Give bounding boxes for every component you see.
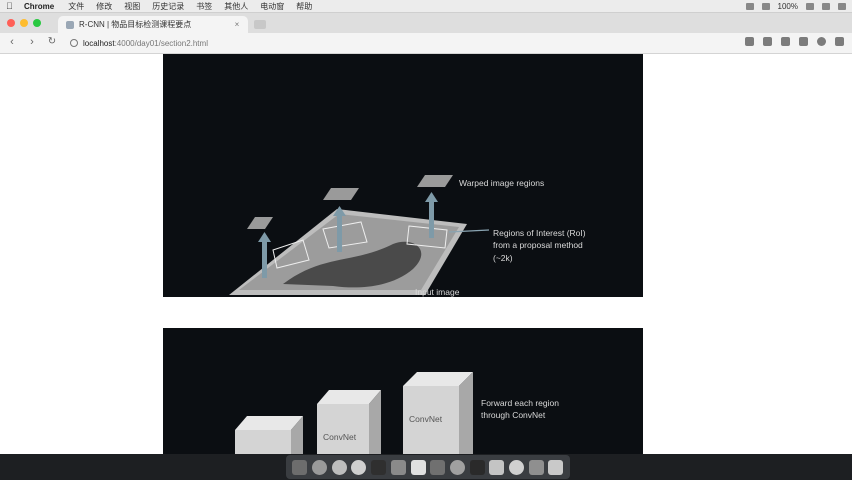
menu-item-file[interactable]: 文件 bbox=[68, 1, 84, 12]
window-controls bbox=[7, 19, 41, 27]
back-icon[interactable]: ‹ bbox=[6, 36, 18, 48]
roi-label-line2: from a proposal method bbox=[493, 240, 583, 250]
macos-menu-bar:  Chrome 文件 修改 视图 历史记录 书签 其他人 电动窗 帮助 100… bbox=[0, 0, 852, 13]
warped-label: Warped image regions bbox=[459, 178, 544, 188]
search-icon[interactable] bbox=[822, 2, 830, 10]
menu-app-name[interactable]: Chrome bbox=[24, 2, 54, 11]
warped-region-panel bbox=[247, 217, 273, 229]
site-info-icon[interactable] bbox=[70, 39, 78, 47]
extension-icon[interactable] bbox=[799, 37, 808, 46]
volume-icon[interactable] bbox=[761, 2, 770, 10]
more-menu-icon[interactable] bbox=[835, 37, 844, 46]
menu-item-bookmarks[interactable]: 书签 bbox=[196, 1, 212, 12]
convnet-figure: ConvNet ConvNet Forward each region thro… bbox=[235, 372, 559, 454]
convnet-cube bbox=[317, 390, 381, 454]
umbrella-app-icon[interactable] bbox=[410, 459, 426, 475]
input-image-label: Input image bbox=[415, 287, 460, 297]
preview-icon[interactable] bbox=[528, 459, 544, 475]
warped-region-panel bbox=[323, 188, 359, 200]
address-bar[interactable]: localhost:4000/day01/section2.html bbox=[70, 36, 730, 50]
close-window-icon[interactable] bbox=[7, 19, 15, 27]
extension-icon[interactable] bbox=[763, 37, 772, 46]
favicon-icon bbox=[66, 20, 74, 29]
new-tab-button[interactable] bbox=[254, 20, 266, 29]
terminal-icon[interactable] bbox=[469, 459, 485, 475]
warped-region-panel bbox=[417, 175, 453, 187]
menu-item-help[interactable]: 帮助 bbox=[296, 1, 312, 12]
star-icon[interactable] bbox=[745, 37, 754, 46]
convnet-cube bbox=[235, 416, 303, 454]
up-arrow-icon bbox=[258, 232, 271, 242]
url-host: localhost bbox=[83, 38, 115, 48]
profile-icon[interactable] bbox=[817, 37, 826, 46]
dock-bar bbox=[286, 455, 570, 479]
browser-toolbar: ‹ › ↻ localhost:4000/day01/section2.html bbox=[0, 33, 852, 54]
roi-label-line3: (~2k) bbox=[493, 253, 513, 263]
safari-icon[interactable] bbox=[331, 459, 347, 475]
menu-item-view[interactable]: 视图 bbox=[124, 1, 140, 12]
forward-label-line1: Forward each region bbox=[481, 398, 559, 408]
notes-icon[interactable] bbox=[489, 459, 505, 475]
slide-region-proposals: Warped image regions Regions of Interest… bbox=[163, 54, 643, 297]
up-arrow-icon bbox=[337, 214, 342, 252]
app-icon[interactable] bbox=[509, 459, 525, 475]
macos-dock bbox=[0, 454, 852, 480]
convnet-label: ConvNet bbox=[323, 432, 357, 442]
convnet-label: ConvNet bbox=[409, 414, 443, 424]
menu-item-edit[interactable]: 修改 bbox=[96, 1, 112, 12]
tab-title: R-CNN | 物品目标检测课程要点 bbox=[79, 20, 192, 29]
roi-label-line1: Regions of Interest (RoI) bbox=[493, 228, 586, 238]
page-content: Warped image regions Regions of Interest… bbox=[0, 54, 852, 454]
up-arrow-icon bbox=[429, 200, 434, 238]
menu-item-people[interactable]: 其他人 bbox=[224, 1, 248, 12]
trash-icon[interactable] bbox=[548, 459, 564, 475]
finder-icon[interactable] bbox=[292, 459, 308, 475]
launchpad-icon[interactable] bbox=[312, 459, 328, 475]
up-arrow-icon bbox=[425, 192, 438, 202]
apple-icon[interactable]:  bbox=[6, 1, 16, 11]
pycharm-icon[interactable] bbox=[371, 459, 387, 475]
status-tray: 100% bbox=[745, 0, 846, 12]
tab-rcnn[interactable]: R-CNN | 物品目标检测课程要点 × bbox=[58, 16, 248, 33]
system-preferences-icon[interactable] bbox=[449, 459, 465, 475]
slide-convnet: ConvNet ConvNet Forward each region thro… bbox=[163, 328, 643, 454]
extension-icon[interactable] bbox=[781, 37, 790, 46]
battery-percent: 100% bbox=[777, 1, 798, 11]
chrome-icon[interactable] bbox=[351, 459, 367, 475]
textedit-icon[interactable] bbox=[430, 459, 446, 475]
menu-icon[interactable] bbox=[838, 2, 846, 10]
minimize-window-icon[interactable] bbox=[20, 19, 28, 27]
forward-label-line2: through ConvNet bbox=[481, 410, 546, 420]
up-arrow-icon bbox=[262, 240, 267, 278]
zoom-window-icon[interactable] bbox=[33, 19, 41, 27]
menu-item-window[interactable]: 电动窗 bbox=[260, 1, 284, 12]
app-icon[interactable] bbox=[390, 459, 406, 475]
battery-icon[interactable] bbox=[806, 2, 814, 10]
toolbar-icons bbox=[745, 37, 844, 46]
tab-strip: R-CNN | 物品目标检测课程要点 × bbox=[0, 13, 852, 33]
menu-item-history[interactable]: 历史记录 bbox=[152, 1, 184, 12]
region-proposal-figure: Warped image regions Regions of Interest… bbox=[229, 175, 586, 297]
forward-icon[interactable]: › bbox=[26, 36, 38, 48]
url-path: :4000/day01/section2.html bbox=[114, 38, 208, 48]
tab-close-icon[interactable]: × bbox=[232, 20, 242, 29]
wifi-icon[interactable] bbox=[745, 2, 754, 10]
convnet-cube bbox=[403, 372, 473, 454]
reload-icon[interactable]: ↻ bbox=[46, 36, 58, 47]
